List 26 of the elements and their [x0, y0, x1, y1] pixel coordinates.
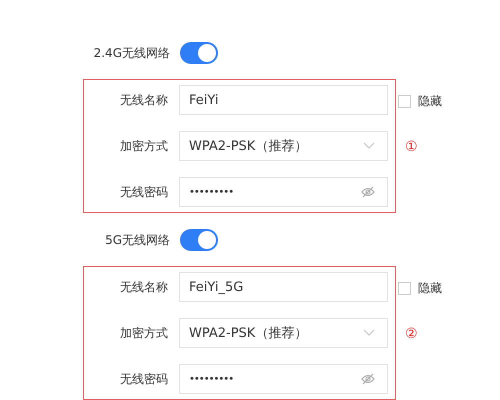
toggle-switch[interactable]	[180, 42, 218, 64]
input-field[interactable]: FeiYi	[179, 85, 388, 115]
number-marker: ①	[405, 139, 418, 155]
section-label: 2.4G无线网络	[94, 44, 170, 62]
toggle-switch[interactable]	[180, 229, 218, 251]
section-label: 5G无线网络	[105, 232, 170, 248]
field-label: 无线密码	[120, 370, 169, 388]
field-label: 无线名称	[120, 278, 169, 296]
chevron-down-icon	[363, 142, 375, 150]
number-marker: ②	[405, 326, 418, 342]
checkbox[interactable]	[398, 282, 411, 294]
field-label: 加密方式	[120, 324, 169, 342]
checkbox[interactable]	[398, 94, 411, 108]
input-field[interactable]: FeiYi_5G	[179, 272, 388, 302]
password-field[interactable]: •••••••••	[179, 177, 388, 207]
field-label: 加密方式	[120, 138, 169, 154]
password-field[interactable]: •••••••••	[179, 364, 388, 394]
dropdown[interactable]: WPA2-PSK（推荐）	[179, 318, 388, 348]
checkbox-label: 隐藏	[418, 280, 442, 296]
dropdown[interactable]: WPA2-PSK（推荐）	[179, 131, 388, 161]
eye-slash-icon[interactable]	[361, 186, 375, 198]
eye-slash-icon[interactable]	[361, 373, 375, 385]
chevron-down-icon	[363, 329, 375, 337]
checkbox-label: 隐藏	[418, 92, 442, 110]
field-label: 无线名称	[120, 92, 169, 108]
field-label: 无线密码	[120, 184, 169, 200]
